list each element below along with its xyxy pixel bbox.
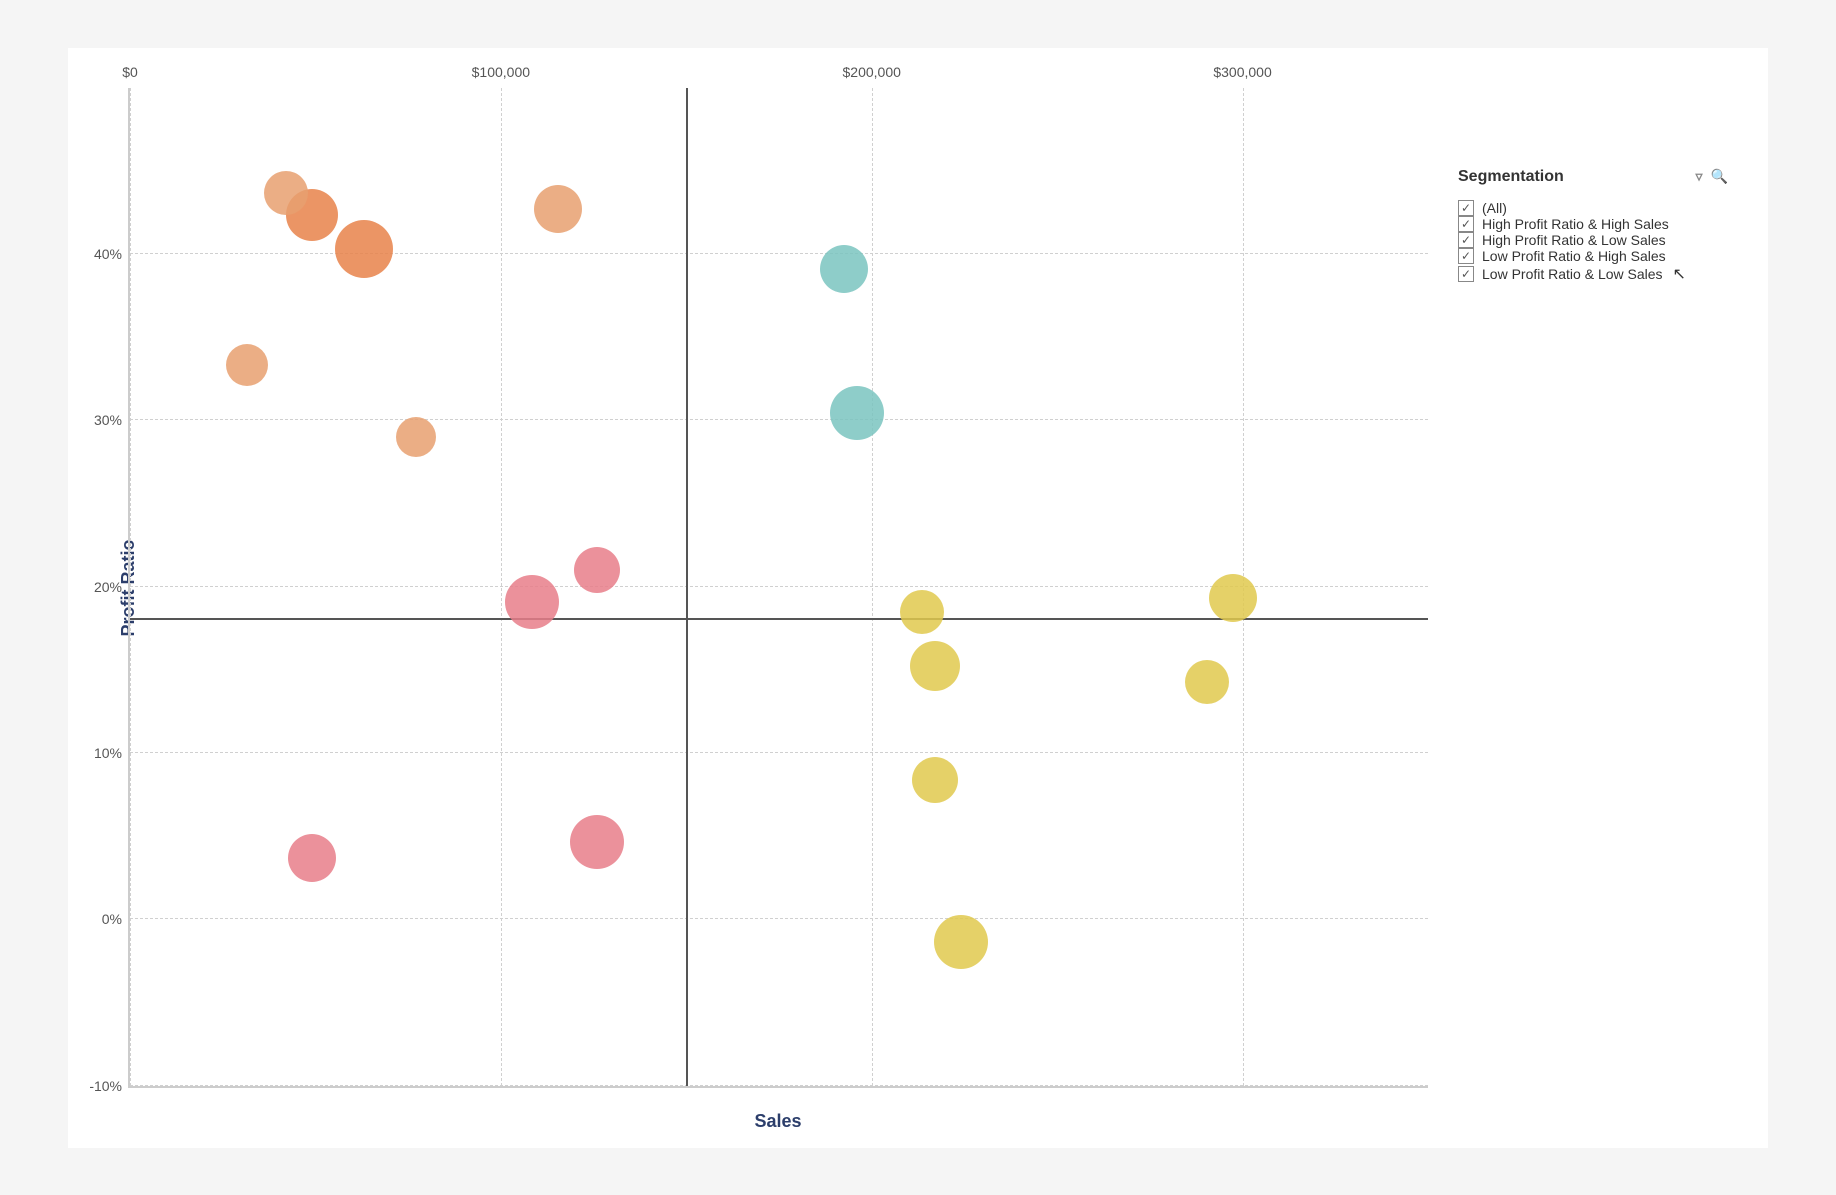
data-bubble[interactable]	[1209, 574, 1257, 622]
legend-checkbox[interactable]: ✓	[1458, 232, 1474, 248]
grid-line-vertical	[130, 88, 131, 1086]
search-icon[interactable]: 🔍	[1711, 168, 1728, 185]
chart-container: Profit Ratio -10%0%10%20%30%40%$0$100,00…	[68, 48, 1768, 1148]
y-axis-label: -10%	[89, 1078, 122, 1094]
y-axis-label: 20%	[94, 579, 122, 595]
plot-area: -10%0%10%20%30%40%$0$100,000$200,000$300…	[128, 88, 1428, 1088]
legend-checkbox[interactable]: ✓	[1458, 200, 1474, 216]
data-bubble[interactable]	[820, 245, 868, 293]
grid-line-horizontal	[130, 918, 1428, 919]
legend-item[interactable]: ✓ High Profit Ratio & High Sales	[1458, 216, 1728, 232]
legend-label: (All)	[1482, 200, 1507, 216]
legend-item[interactable]: ✓ (All)	[1458, 200, 1728, 216]
legend-panel: Segmentation ▿ 🔍 ✓ (All) ✓ High Profit Rati…	[1428, 148, 1748, 1088]
x-axis-label: $300,000	[1213, 64, 1271, 80]
y-axis-label: 30%	[94, 412, 122, 428]
data-bubble[interactable]	[830, 386, 884, 440]
data-bubble[interactable]	[288, 834, 336, 882]
data-bubble[interactable]	[505, 575, 559, 629]
data-bubble[interactable]	[264, 171, 308, 215]
filter-icon[interactable]: ▿	[1696, 168, 1703, 185]
data-bubble[interactable]	[226, 344, 268, 386]
data-bubble[interactable]	[570, 815, 624, 869]
x-axis-label: $200,000	[843, 64, 901, 80]
y-axis-label: 40%	[94, 246, 122, 262]
data-bubble[interactable]	[900, 590, 944, 634]
reference-line-vertical	[686, 88, 688, 1086]
legend-title: Segmentation ▿ 🔍	[1458, 168, 1728, 186]
legend-item[interactable]: ✓ Low Profit Ratio & Low Sales ↖	[1458, 264, 1728, 284]
grid-line-horizontal	[130, 1085, 1428, 1086]
legend-items: ✓ (All) ✓ High Profit Ratio & High Sales ✓ Hi…	[1458, 200, 1728, 284]
data-bubble[interactable]	[912, 757, 958, 803]
legend-item[interactable]: ✓ Low Profit Ratio & High Sales	[1458, 248, 1728, 264]
chart-area: Profit Ratio -10%0%10%20%30%40%$0$100,00…	[128, 88, 1428, 1088]
data-bubble[interactable]	[396, 417, 436, 457]
y-axis-label: 10%	[94, 745, 122, 761]
legend-label: Low Profit Ratio & High Sales	[1482, 248, 1666, 264]
legend-label: High Profit Ratio & High Sales	[1482, 216, 1669, 232]
grid-line-vertical	[872, 88, 873, 1086]
cursor-indicator: ↖	[1673, 264, 1686, 284]
x-axis-label: $0	[122, 64, 138, 80]
y-axis-label: 0%	[102, 911, 122, 927]
x-axis-title: Sales	[754, 1111, 801, 1132]
legend-item[interactable]: ✓ High Profit Ratio & Low Sales	[1458, 232, 1728, 248]
legend-checkbox[interactable]: ✓	[1458, 266, 1474, 282]
data-bubble[interactable]	[574, 547, 620, 593]
grid-line-horizontal	[130, 253, 1428, 254]
legend-checkbox[interactable]: ✓	[1458, 216, 1474, 232]
legend-label: High Profit Ratio & Low Sales	[1482, 232, 1666, 248]
data-bubble[interactable]	[910, 641, 960, 691]
grid-line-horizontal	[130, 752, 1428, 753]
grid-line-horizontal	[130, 419, 1428, 420]
legend-icons: ▿ 🔍	[1696, 168, 1728, 185]
data-bubble[interactable]	[335, 220, 393, 278]
x-axis-label: $100,000	[472, 64, 530, 80]
legend-label: Low Profit Ratio & Low Sales	[1482, 266, 1663, 282]
data-bubble[interactable]	[534, 185, 582, 233]
data-bubble[interactable]	[934, 915, 988, 969]
grid-line-vertical	[501, 88, 502, 1086]
legend-checkbox[interactable]: ✓	[1458, 248, 1474, 264]
data-bubble[interactable]	[1185, 660, 1229, 704]
